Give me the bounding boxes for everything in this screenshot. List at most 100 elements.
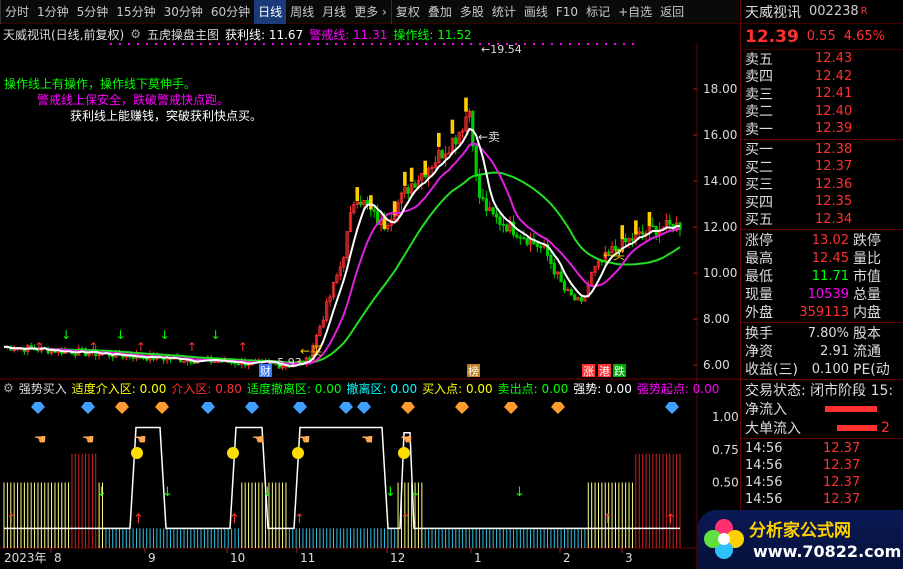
stat-row: 涨停 13.02 跌停 [741,231,903,250]
candle-body [641,231,645,235]
bids-row[interactable]: 买五 12.34 [741,211,903,229]
tick-row: 14:56 12.37 [741,457,903,474]
toolbar-item-3[interactable]: 15分钟 [112,0,159,24]
stat-value: 12.45 [811,250,849,266]
candle-body [501,223,505,226]
low-price-label: ←5.93 [268,356,302,369]
bids-row[interactable]: 买三 12.36 [741,176,903,194]
top-marker-dot [164,43,166,45]
annotation-line: 操作线上有操作，操作线下莫伸手。 [4,77,197,91]
toolbar-item-1[interactable]: 1分钟 [33,0,73,24]
top-marker-dot [578,43,580,45]
fund-flows: 净流入 大单流入 2 [741,399,903,437]
tick-row: 14:56 12.37 [741,474,903,491]
indicator-name[interactable]: 五虎操盘主图 [147,26,219,43]
top-marker-dot [317,43,319,45]
candle-body [569,289,573,296]
asks-row[interactable]: 卖三 12.41 [741,85,903,103]
toolbar-item-7[interactable]: 周线 [286,0,318,24]
sell-arrow: ↓ [160,328,170,342]
toolbar-item-11[interactable]: 叠加 [424,0,456,24]
candle-body [651,225,655,228]
toolbar-item-6[interactable]: 日线 [254,0,287,24]
toolbar-item-14[interactable]: 画线 [520,0,552,24]
candle-body [630,238,635,241]
toolbar-item-10[interactable]: 复权 [390,0,424,24]
candle-body [525,238,529,245]
top-marker-dot [353,43,355,45]
sub-value-1: 介入区: 0.80 [171,381,242,396]
toolbar-item-16[interactable]: 标记 [582,0,614,24]
price-label: 8.00 [703,312,730,326]
indicator-gear-icon[interactable]: ⚙ [130,27,141,41]
asks-row[interactable]: 卖五 12.43 [741,50,903,68]
tick-price: 12.37 [823,475,861,490]
signal-bar [464,97,468,112]
bids-level-price: 12.34 [815,211,853,227]
sub-sell-arrow: ↓ [96,485,107,500]
top-marker-dot [524,43,526,45]
asks-row[interactable]: 卖二 12.40 [741,103,903,121]
sub-buy-arrow: ↑ [6,512,17,527]
toolbar-item-17[interactable]: +自选 [614,0,656,24]
toolbar-item-5[interactable]: 60分钟 [207,0,254,24]
bids-level-price: 12.35 [815,194,853,210]
price-label: 12.00 [703,220,737,234]
top-marker-dot [263,43,265,45]
trade-status: 交易状态: 闭市阶段 15: [745,383,894,399]
warn-line-value: 警戒线: 11.31 [309,27,388,42]
stat-value: 10539 [807,286,849,302]
candle-body [491,207,495,215]
asks-level-price: 12.39 [815,121,853,137]
candle-body [559,271,563,283]
price-label: 14.00 [703,174,737,188]
top-marker-dot [308,43,310,45]
signal-bar [369,195,373,210]
signal-bar [634,220,638,235]
sell-marker: ←卖 [478,130,500,144]
stat-label-2: 跌停 [853,233,881,249]
candle-body [562,281,567,291]
toolbar-item-18[interactable]: 返回 [656,0,688,24]
sub-indicator-name[interactable]: 强势买入 [19,380,67,397]
flow-bar [837,424,877,431]
strength-step-line [4,426,680,530]
bids-row[interactable]: 买一 12.38 [741,141,903,159]
price-change-pct: 4.65% [843,29,886,44]
candle-body [477,175,482,198]
toolbar-item-8[interactable]: 月线 [318,0,350,24]
tick-row: 14:56 12.37 [741,491,903,508]
sub-buy-arrow: ↑ [294,512,305,527]
tick-time: 14:56 [745,492,783,507]
toolbar-item-12[interactable]: 多股 [456,0,488,24]
bids-row[interactable]: 买四 12.35 [741,193,903,211]
quote-stats-2: 换手 7.80% 股本 净资 2.91 流通 收益(三) 0.100 PE(动 [741,324,903,379]
sub-gear-icon[interactable]: ⚙ [3,381,14,395]
tick-time: 14:56 [745,458,783,473]
sub-value-4: 买入点: 0.00 [422,381,493,396]
candle-body [515,234,519,238]
sub-axis-label: 0.50 [712,476,739,490]
bids-row[interactable]: 买二 12.37 [741,158,903,176]
top-marker-dot [407,43,409,45]
toolbar-item-15[interactable]: F10 [552,0,582,24]
signal-bar [409,167,414,182]
profit-line [3,127,681,368]
top-marker-dot [497,43,499,45]
toolbar-item-4[interactable]: 30分钟 [160,0,207,24]
asks-row[interactable]: 卖四 12.42 [741,68,903,86]
toolbar-item-0[interactable]: 分时 [0,0,33,24]
toolbar-item-13[interactable]: 统计 [488,0,520,24]
top-marker-dot [218,43,220,45]
top-marker-dot [209,43,211,45]
toolbar-item-9[interactable]: 更多 › [350,0,391,24]
candle-body [474,145,478,177]
strategy-annotations: 操作线上有操作，操作线下莫伸手。 警戒线上保安全，跌破警戒快点跑。 获利线上能赚钱，… [4,76,262,124]
asks-row[interactable]: 卖一 12.39 [741,120,903,138]
top-marker-dot [632,43,634,45]
tick-time: 14:56 [745,475,783,490]
toolbar-item-2[interactable]: 5分钟 [73,0,113,24]
diamond-icon [293,402,307,414]
top-marker-dot [254,43,256,45]
price-label: 18.00 [703,82,737,96]
